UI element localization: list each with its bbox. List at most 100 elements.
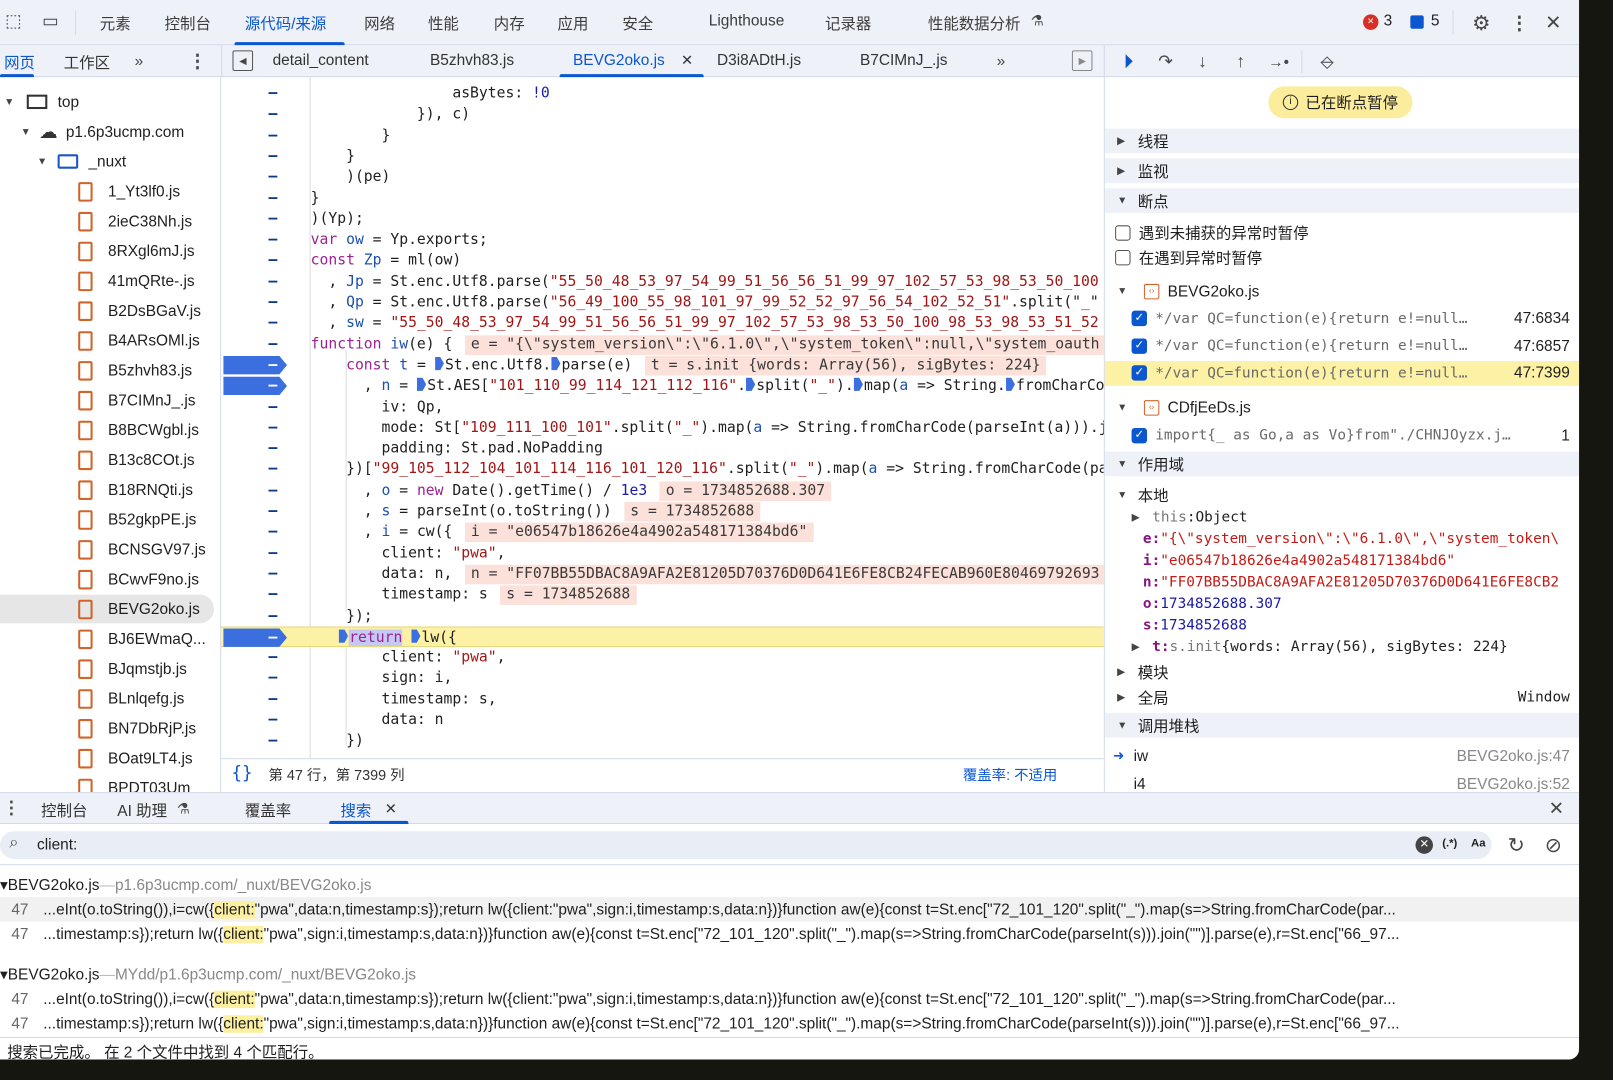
code-line[interactable]: – timestamp: s s = 1734852688 bbox=[221, 584, 1104, 606]
search-result-row[interactable]: 47 ...eInt(o.toString()),i=cw({client: "pw… bbox=[0, 897, 1580, 922]
code-line[interactable]: – , Qp = St.enc.Utf8.parse("56_49_100_55… bbox=[221, 292, 1104, 313]
code-line[interactable]: – asBytes: !0 bbox=[221, 83, 1104, 104]
inline-breakpoint-icon[interactable] bbox=[746, 377, 756, 392]
line-number-gutter[interactable]: – bbox=[268, 229, 277, 250]
message-icon[interactable] bbox=[1410, 15, 1424, 29]
code-line[interactable]: – mode: St["109_111_100_101".split("_").… bbox=[221, 417, 1103, 438]
tree-item-file[interactable]: BN7DbRjP.js bbox=[0, 714, 220, 743]
panel-tab[interactable]: 网络 bbox=[364, 12, 395, 34]
current-execution-line[interactable]: – return lw({ bbox=[221, 626, 1104, 647]
code-line[interactable]: – , n = St.AES["101_110_99_114_121_112_1… bbox=[221, 376, 1104, 397]
line-number-gutter[interactable]: – bbox=[268, 438, 277, 459]
drawer-tab[interactable]: 覆盖率 bbox=[245, 799, 291, 821]
tree-item-file[interactable]: BJqmstjb.js bbox=[0, 654, 220, 683]
scope-module[interactable]: ▶ 模块 bbox=[1105, 659, 1579, 684]
close-drawer-icon[interactable]: ✕ bbox=[1546, 797, 1567, 820]
line-number-gutter[interactable]: – bbox=[268, 417, 277, 438]
callstack-frame[interactable]: ➜ iw BEVG2oko.js:47 bbox=[1105, 744, 1579, 769]
code-line[interactable]: –} bbox=[221, 188, 1104, 209]
line-number-gutter[interactable]: – bbox=[268, 647, 277, 668]
panel-tab[interactable]: 性能 bbox=[428, 12, 459, 34]
tree-item-file[interactable]: B2DsBGaV.js bbox=[0, 296, 220, 325]
search-query[interactable]: client: bbox=[37, 836, 77, 853]
close-devtools-icon[interactable]: ✕ bbox=[1543, 10, 1564, 35]
code-line[interactable]: – timestamp: s, bbox=[221, 689, 1104, 710]
message-count[interactable]: 5 bbox=[1431, 12, 1440, 29]
more-editor-tabs-chevron-icon[interactable]: » bbox=[990, 49, 1013, 72]
code-line[interactable]: – }) bbox=[221, 731, 1104, 752]
close-tab-icon[interactable]: ✕ bbox=[385, 800, 397, 817]
code-line[interactable]: – )(pe) bbox=[221, 167, 1104, 188]
more-tabs-chevron-icon[interactable]: » bbox=[128, 49, 151, 72]
line-number-gutter[interactable]: – bbox=[268, 522, 277, 543]
panel-tab[interactable]: 记录器 bbox=[825, 12, 871, 34]
editor-tab[interactable]: B5zhvh83.js bbox=[430, 51, 514, 68]
section-callstack[interactable]: ▼ 调用堆栈 bbox=[1104, 712, 1580, 738]
tree-item-file[interactable]: BOat9LT4.js bbox=[0, 744, 220, 773]
editor-tab[interactable]: B7CIMnJ_.js bbox=[860, 51, 947, 68]
scope-variable-t[interactable]: ▶ t: s.init {words: Array(56), sigBytes: … bbox=[1105, 635, 1579, 660]
tree-item-file[interactable]: BJ6EWmaQ... bbox=[0, 624, 220, 653]
line-number-gutter[interactable]: – bbox=[268, 188, 277, 209]
drawer-menu-icon[interactable]: ⋮ bbox=[3, 797, 20, 820]
line-number-gutter[interactable]: – bbox=[268, 731, 277, 752]
checkbox[interactable] bbox=[1115, 249, 1131, 265]
tree-item-file[interactable]: BPDT03Um bbox=[0, 774, 220, 793]
panel-tab[interactable]: 应用 bbox=[558, 12, 589, 34]
tree-item-file[interactable]: BCwvF9no.js bbox=[0, 565, 220, 594]
clear-results-icon[interactable]: ⊘ bbox=[1541, 831, 1566, 859]
error-count[interactable]: 3 bbox=[1384, 12, 1393, 29]
tree-item-file[interactable]: BLnlqefg.js bbox=[0, 684, 220, 713]
line-number-gutter[interactable]: – bbox=[268, 459, 277, 480]
code-line[interactable]: – , s = parseInt(o.toString()) s = 173485… bbox=[221, 501, 1104, 522]
code-line[interactable]: – } bbox=[221, 146, 1104, 167]
breakpoint-checkbox[interactable]: ✓ bbox=[1131, 365, 1148, 381]
expand-triangle-icon[interactable]: ▶ bbox=[1117, 135, 1131, 146]
drawer-tab[interactable]: 搜索 bbox=[340, 799, 371, 821]
line-number-gutter[interactable]: – bbox=[268, 83, 277, 104]
code-line[interactable]: – data: n bbox=[221, 710, 1104, 731]
line-number-gutter[interactable]: – bbox=[268, 605, 277, 626]
line-number-gutter[interactable]: – bbox=[268, 564, 277, 585]
expand-triangle-icon[interactable]: ▶ bbox=[1132, 512, 1146, 523]
collapse-triangle-icon[interactable]: ▾ bbox=[0, 875, 8, 893]
refresh-search-icon[interactable]: ↻ bbox=[1504, 831, 1529, 859]
navigator-tab[interactable]: 网页 bbox=[4, 51, 35, 73]
breakpoint-item[interactable]: ✓ */var QC=function(e){return e!=null… 47:… bbox=[1105, 306, 1579, 331]
pretty-print-icon[interactable]: {} bbox=[231, 763, 252, 784]
line-number-gutter[interactable]: – bbox=[268, 501, 277, 522]
drawer-tab[interactable]: 控制台 bbox=[41, 799, 87, 821]
scope-global[interactable]: ▶ 全局 Window bbox=[1105, 685, 1579, 710]
editor-tab[interactable]: D3i8ADtH.js bbox=[717, 51, 801, 68]
step-over-icon[interactable]: ↷ bbox=[1154, 49, 1177, 74]
collapse-triangle-icon[interactable]: ▾ bbox=[0, 965, 8, 983]
inline-breakpoint-icon[interactable] bbox=[411, 629, 421, 643]
toggle-debugger-icon[interactable]: ▶ bbox=[1071, 50, 1093, 71]
code-line[interactable]: – const Zp = ml(ow) bbox=[221, 250, 1104, 271]
breakpoint-marker[interactable]: – bbox=[223, 628, 288, 647]
error-icon[interactable]: × bbox=[1363, 14, 1379, 30]
breakpoint-marker[interactable]: – bbox=[223, 355, 288, 375]
inspect-element-icon[interactable]: ⬚ bbox=[2, 10, 25, 33]
code-line[interactable]: – const t = St.enc.Utf8. parse(e) t = s.in… bbox=[221, 355, 1104, 376]
regex-toggle[interactable]: (.*) bbox=[1442, 837, 1457, 849]
code-line[interactable]: – function iw(e) {e = "{\"system_version\… bbox=[221, 334, 1104, 355]
settings-gear-icon[interactable]: ⚙ bbox=[1469, 10, 1494, 35]
collapse-triangle-icon[interactable]: ▼ bbox=[1117, 489, 1131, 500]
expand-triangle-icon[interactable]: ▶ bbox=[1117, 666, 1131, 677]
drawer-tab[interactable]: AI 助理 bbox=[117, 799, 167, 821]
more-options-icon[interactable]: ⋮ bbox=[1510, 10, 1529, 35]
code-line[interactable]: – , o = new Date().getTime() / 1e3 o = 17… bbox=[221, 480, 1104, 501]
tree-item-file[interactable]: BCNSGV97.js bbox=[0, 535, 220, 564]
breakpoint-marker[interactable]: – bbox=[223, 376, 288, 396]
section-threads[interactable]: ▶ 线程 bbox=[1104, 128, 1580, 154]
line-number-gutter[interactable]: – bbox=[268, 104, 277, 125]
result-file-header[interactable]: ▾ BEVG2oko.js — MYdd/p1.6p3ucmp.com/_nuxt… bbox=[0, 963, 1579, 986]
panel-tab[interactable]: 元素 bbox=[100, 12, 131, 34]
checkbox[interactable] bbox=[1115, 224, 1131, 241]
tree-item-folder[interactable]: ▼ _nuxt bbox=[0, 147, 220, 176]
expand-triangle-icon[interactable]: ▶ bbox=[1117, 165, 1131, 176]
code-line[interactable]: – , sw = "55_50_48_53_97_54_99_51_56_56_… bbox=[221, 313, 1104, 334]
section-scope[interactable]: ▼ 作用域 bbox=[1104, 451, 1580, 477]
scope-local[interactable]: ▼ 本地 bbox=[1105, 482, 1579, 507]
